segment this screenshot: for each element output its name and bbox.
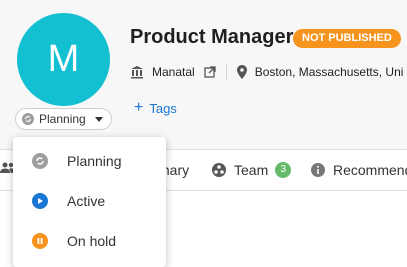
status-option-label: Planning — [67, 153, 122, 169]
job-meta: Manatal Boston, Massachusetts, Uni — [130, 63, 403, 81]
add-tags-label: Tags — [149, 100, 177, 116]
job-location: Boston, Massachusetts, Uni — [254, 65, 404, 79]
tab-recommend[interactable]: Recommend — [310, 162, 407, 178]
sync-icon — [22, 113, 34, 125]
status-selector[interactable]: Planning — [15, 108, 112, 130]
job-header: M Planning Product Manager NOT PUBLISHED… — [0, 0, 407, 149]
team-count-badge: 3 — [275, 162, 292, 178]
pause-icon — [32, 233, 48, 249]
status-option-label: Active — [67, 193, 106, 209]
status-option-label: On hold — [67, 233, 117, 249]
caret-down-icon — [94, 116, 103, 122]
status-option-planning[interactable]: Planning — [13, 141, 166, 181]
plus-icon: + — [134, 99, 144, 116]
status-option-active[interactable]: Active — [13, 181, 166, 221]
job-title: Product Manager — [130, 26, 294, 48]
status-dropdown-menu: Planning Active On hold — [13, 137, 166, 267]
meta-divider — [225, 63, 227, 81]
avatar: M — [17, 13, 110, 106]
external-link-icon[interactable] — [204, 66, 216, 78]
status-option-on-hold[interactable]: On hold — [13, 221, 166, 261]
status-selector-label: Planning — [39, 112, 86, 126]
tab-team[interactable]: Team 3 — [211, 162, 292, 178]
info-icon — [311, 163, 325, 177]
add-tags-button[interactable]: + Tags — [134, 100, 177, 116]
tab-team-label: Team — [234, 162, 269, 178]
play-icon — [32, 193, 48, 209]
location-pin-icon — [236, 65, 247, 79]
publish-status-badge: NOT PUBLISHED — [293, 29, 401, 48]
tab-recommend-label: Recommend — [333, 162, 407, 178]
avatar-letter: M — [47, 38, 80, 80]
sync-icon — [32, 153, 48, 169]
bank-icon — [130, 65, 144, 79]
team-icon — [212, 163, 226, 177]
company-link[interactable]: Manatal — [152, 65, 195, 79]
